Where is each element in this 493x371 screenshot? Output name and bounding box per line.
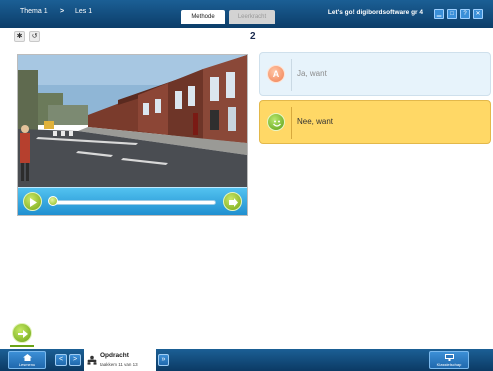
answer-label: Ja, want [297, 69, 327, 78]
breadcrumb-theme[interactable]: Thema 1 [20, 8, 48, 15]
video-frame[interactable] [18, 55, 247, 187]
bottom-bar: Lesmenu < > Opdracht taakkem 11 van 13 »… [0, 349, 493, 371]
close-icon[interactable]: ✕ [473, 9, 483, 19]
street-scene-image [18, 55, 247, 187]
answer-label: Nee, want [297, 117, 334, 126]
question-number: 2 [250, 31, 256, 42]
task-title: Opdracht [100, 352, 129, 359]
expand-button[interactable]: » [158, 354, 169, 366]
answer-option-b[interactable]: Nee, want [259, 100, 491, 144]
lesson-menu-label: Lesmenu [18, 362, 36, 367]
answer-option-a[interactable]: A Ja, want [259, 52, 491, 96]
settings-icon[interactable]: ✱ [14, 31, 25, 42]
arrow-right-icon [18, 330, 28, 338]
tab-methode[interactable]: Methode [181, 10, 225, 24]
breadcrumb-lesson[interactable]: Les 1 [75, 8, 92, 15]
next-button-underline [10, 345, 34, 347]
task-indicator: Opdracht taakkem 11 van 13 [84, 349, 156, 371]
video-player [17, 54, 248, 216]
class-view-button[interactable]: Klasstelschap [429, 351, 469, 369]
task-subtitle: taakkem 11 van 13 [100, 362, 138, 367]
video-controls [18, 187, 247, 215]
answer-divider [291, 59, 292, 91]
progress-track[interactable] [52, 200, 216, 205]
answer-divider [291, 107, 292, 139]
skip-forward-icon [229, 198, 238, 207]
maximize-icon[interactable]: □ [447, 9, 457, 19]
home-icon [23, 354, 32, 361]
play-icon [30, 198, 37, 207]
breadcrumb-separator: > [60, 8, 65, 15]
answer-badge-a: A [267, 65, 285, 83]
minimize-icon[interactable]: ▁ [434, 9, 444, 19]
classroom-icon [445, 354, 454, 361]
skip-forward-button[interactable] [223, 192, 242, 211]
next-button[interactable]: > [69, 354, 81, 366]
smiley-icon [267, 113, 285, 131]
previous-button[interactable]: < [55, 354, 67, 366]
group-icon [87, 355, 97, 365]
reset-icon[interactable]: ↺ [29, 31, 40, 42]
app-title: Let's go! digibordsoftware gr 4 [327, 9, 423, 16]
help-icon[interactable]: ? [460, 9, 470, 19]
play-button[interactable] [23, 192, 42, 211]
top-bar: Thema 1 > Les 1 Methode Leerkracht Let's… [0, 0, 493, 28]
class-view-label: Klasstelschap [436, 362, 462, 367]
next-exercise-button[interactable] [12, 323, 32, 343]
lesson-menu-button[interactable]: Lesmenu [8, 351, 46, 369]
progress-knob[interactable] [48, 196, 58, 206]
tab-leerkracht[interactable]: Leerkracht [229, 10, 275, 24]
